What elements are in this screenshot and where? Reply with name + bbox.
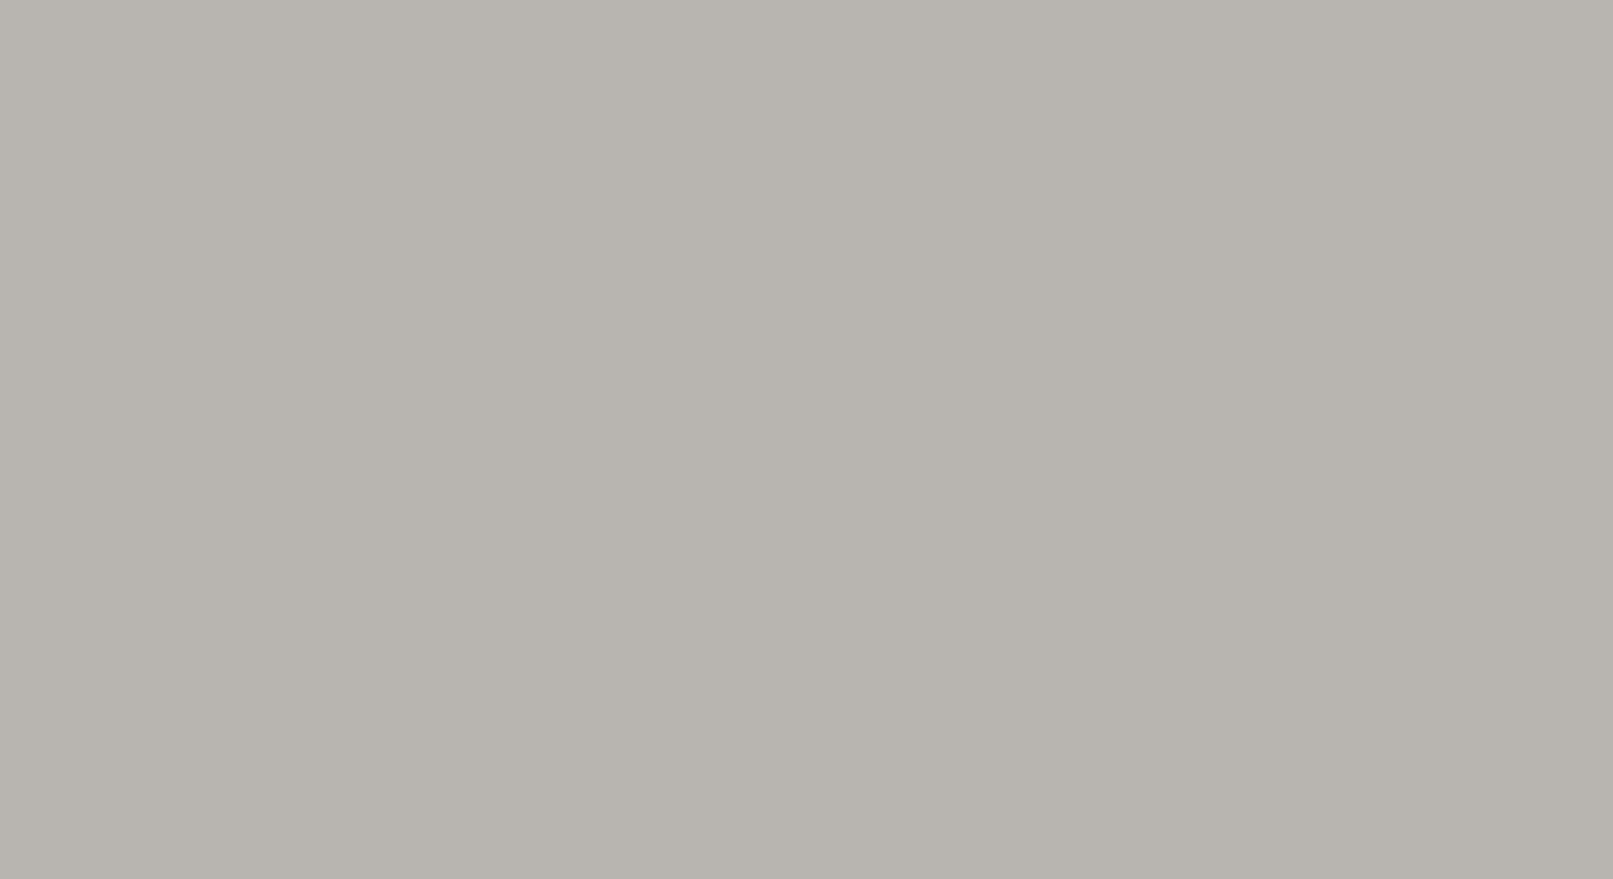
chart-workspace [0, 0, 1613, 879]
